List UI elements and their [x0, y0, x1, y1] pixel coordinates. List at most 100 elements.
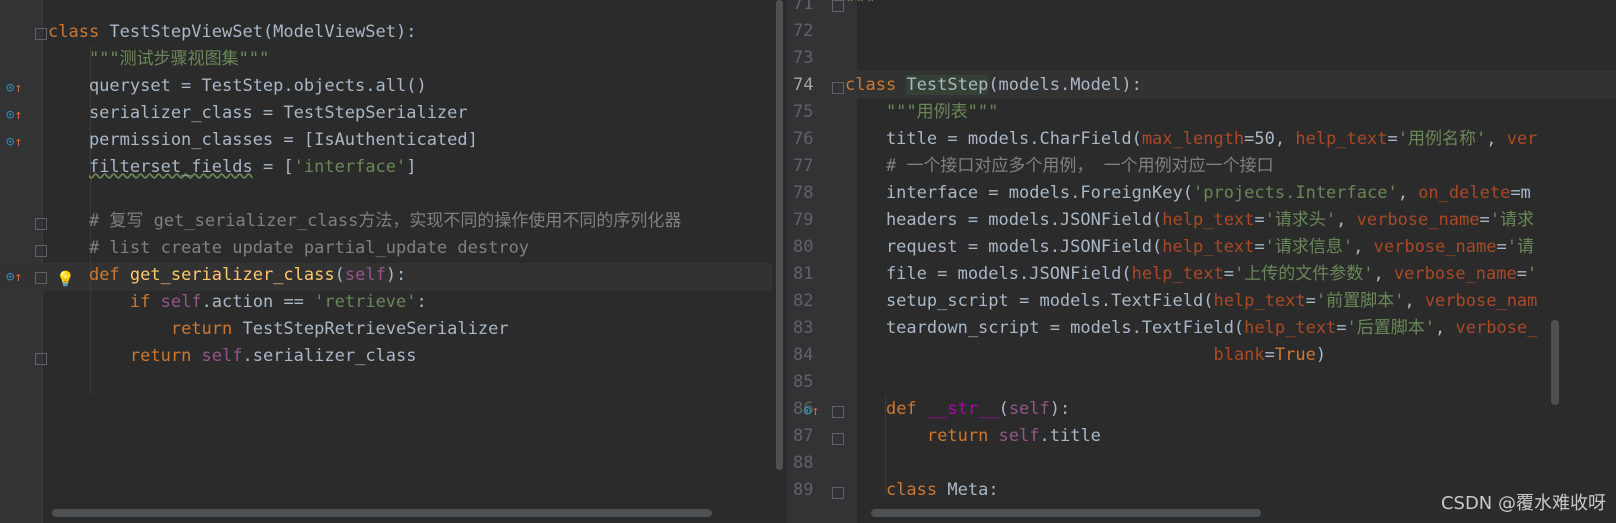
code-line[interactable]: request = models.JSONField(help_text='请求… [845, 233, 1534, 261]
code-token: = [1479, 210, 1490, 230]
fold-icon[interactable] [35, 272, 47, 284]
code-token: class [885, 480, 948, 500]
code-line[interactable]: title = models.CharField(max_length=50, … [845, 125, 1537, 153]
code-line[interactable]: class TestStep(models.Model): [845, 71, 1142, 99]
code-token: __str__ [926, 399, 999, 419]
line-number: 77 [793, 156, 814, 176]
code-line[interactable]: """ [845, 0, 876, 18]
code-token: '请求信息' [1264, 237, 1354, 257]
override-icon[interactable]: ⊙↑ [6, 81, 22, 96]
code-line[interactable]: # 一个接口对应多个用例， 一个用例对应一个接口 [845, 152, 1274, 180]
line-number: 83 [793, 318, 814, 338]
code-token: TestStepViewSet(ModelViewSet): [109, 22, 417, 42]
code-token: interface = models.ForeignKey( [845, 183, 1193, 203]
code-token: = [1254, 237, 1265, 257]
fold-icon[interactable] [35, 28, 47, 40]
code-token: = [1336, 318, 1347, 338]
code-line[interactable]: headers = models.JSONField(help_text='请求… [845, 206, 1534, 234]
right-vertical-scrollbar[interactable] [1551, 320, 1559, 405]
override-icon[interactable]: ⊙↑ [6, 108, 22, 123]
override-icon[interactable]: ⊙↑ [6, 135, 22, 150]
left-horizontal-scrollbar[interactable] [52, 509, 712, 517]
override-icon[interactable]: ⊙↑ [6, 270, 22, 285]
code-token: .serializer_class [242, 346, 417, 366]
fold-icon[interactable] [832, 82, 844, 94]
code-token: TestStep [906, 75, 989, 95]
left-vertical-scrollbar[interactable] [776, 0, 783, 470]
code-token: = [1305, 291, 1316, 311]
line-number: 79 [793, 210, 814, 230]
line-number: 71 [793, 0, 814, 14]
code-line[interactable]: serializer_class = TestStepSerializer [48, 99, 468, 127]
line-number: 73 [793, 48, 814, 68]
code-token: = [1516, 264, 1527, 284]
code-token: , [1353, 237, 1374, 257]
code-token: ver [1506, 129, 1538, 149]
code-token: : [416, 292, 427, 312]
code-token: return [170, 319, 243, 339]
code-line[interactable]: queryset = TestStep.objects.all() [48, 72, 427, 100]
code-line[interactable]: setup_script = models.TextField(help_tex… [845, 287, 1537, 315]
code-token: class [845, 75, 907, 95]
line-number: 89 [793, 480, 814, 500]
code-line[interactable]: """测试步骤视图集""" [48, 45, 269, 73]
code-line[interactable]: return self.title [845, 422, 1101, 450]
line-number: 85 [793, 372, 814, 392]
code-line[interactable]: # 复写 get_serializer_class方法，实现不同的操作使用不同的… [48, 207, 681, 235]
code-line[interactable]: # list create update partial_update dest… [48, 234, 529, 262]
code-line[interactable]: teardown_script = models.TextField(help_… [845, 314, 1537, 342]
code-token: = [1254, 210, 1265, 230]
code-token: '后置脚本' [1346, 318, 1436, 338]
left-editor-pane[interactable]: ⊙↑ ⊙↑ ⊙↑ ⊙↑ 💡 class TestStepViewSet(Mode… [0, 0, 772, 523]
code-line[interactable]: def get_serializer_class(self): [48, 261, 406, 289]
fold-icon[interactable] [832, 406, 844, 418]
code-token: self [1008, 399, 1050, 419]
code-token: ): [1049, 399, 1071, 419]
fold-icon[interactable] [832, 433, 844, 445]
code-token: = [1264, 345, 1275, 365]
code-token: request = models.JSONField( [845, 237, 1163, 257]
editor-splitter[interactable] [772, 0, 787, 523]
line-number: 78 [793, 183, 814, 203]
code-token: """用例表""" [845, 102, 999, 122]
line-number: 76 [793, 129, 814, 149]
line-number: 72 [793, 21, 814, 41]
fold-icon[interactable] [832, 0, 844, 12]
code-line[interactable]: permission_classes = [IsAuthenticated] [48, 126, 478, 154]
line-number: 81 [793, 264, 814, 284]
code-line[interactable]: if self.action == 'retrieve': [48, 288, 427, 316]
code-line[interactable]: def __str__(self): [845, 395, 1070, 423]
code-token: setup_script = models.TextField( [845, 291, 1214, 311]
code-line[interactable]: return self.serializer_class [48, 342, 417, 370]
fold-icon[interactable] [35, 245, 47, 257]
code-token: class [48, 22, 110, 42]
code-token: '上传的文件参数' [1233, 264, 1374, 284]
code-line[interactable]: """用例表""" [845, 98, 998, 126]
code-token: ): [385, 265, 407, 285]
code-line[interactable]: class Meta: [845, 476, 999, 504]
code-token: ) [1315, 345, 1327, 365]
code-token: '前置脚本' [1315, 291, 1405, 311]
fold-icon[interactable] [35, 218, 47, 230]
code-line[interactable]: file = models.JSONField(help_text='上传的文件… [845, 260, 1537, 288]
code-token: ] [406, 157, 417, 177]
code-line[interactable]: filterset_fields = ['interface'] [48, 153, 417, 181]
code-line[interactable]: blank=True) [845, 341, 1326, 369]
right-editor-pane[interactable]: 71 72 73 74 75 76 77 78 79 80 81 82 83 84 85 86 87 88 89 ⊙… [787, 0, 1616, 523]
code-token: help_text [1213, 291, 1306, 311]
code-line[interactable]: class TestStepViewSet(ModelViewSet): [48, 18, 416, 46]
fold-icon[interactable] [832, 487, 844, 499]
code-token: , [1373, 264, 1394, 284]
code-token: , [1336, 210, 1357, 230]
right-horizontal-scrollbar[interactable] [871, 509, 1261, 517]
code-line[interactable]: interface = models.ForeignKey('projects.… [845, 179, 1531, 207]
code-token: 'retrieve' [314, 292, 417, 312]
override-icon[interactable]: ⊙↑ [803, 404, 819, 419]
code-line[interactable]: return TestStepRetrieveSerializer [48, 315, 509, 343]
fold-icon[interactable] [35, 353, 47, 365]
code-token: get_serializer_class [129, 265, 335, 285]
